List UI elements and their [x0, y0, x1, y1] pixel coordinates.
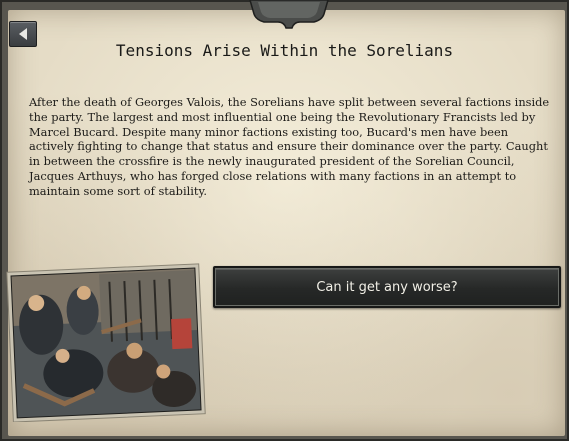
back-arrow-icon: [19, 28, 27, 40]
option-button[interactable]: Can it get any worse?: [213, 266, 561, 308]
event-title: Tensions Arise Within the Sorelians: [115, 41, 454, 60]
window-top-bracket: [249, 0, 329, 29]
event-description: After the death of Georges Valois, the S…: [29, 95, 550, 198]
event-picture: [6, 263, 206, 422]
option-button-label: Can it get any worse?: [316, 280, 458, 295]
